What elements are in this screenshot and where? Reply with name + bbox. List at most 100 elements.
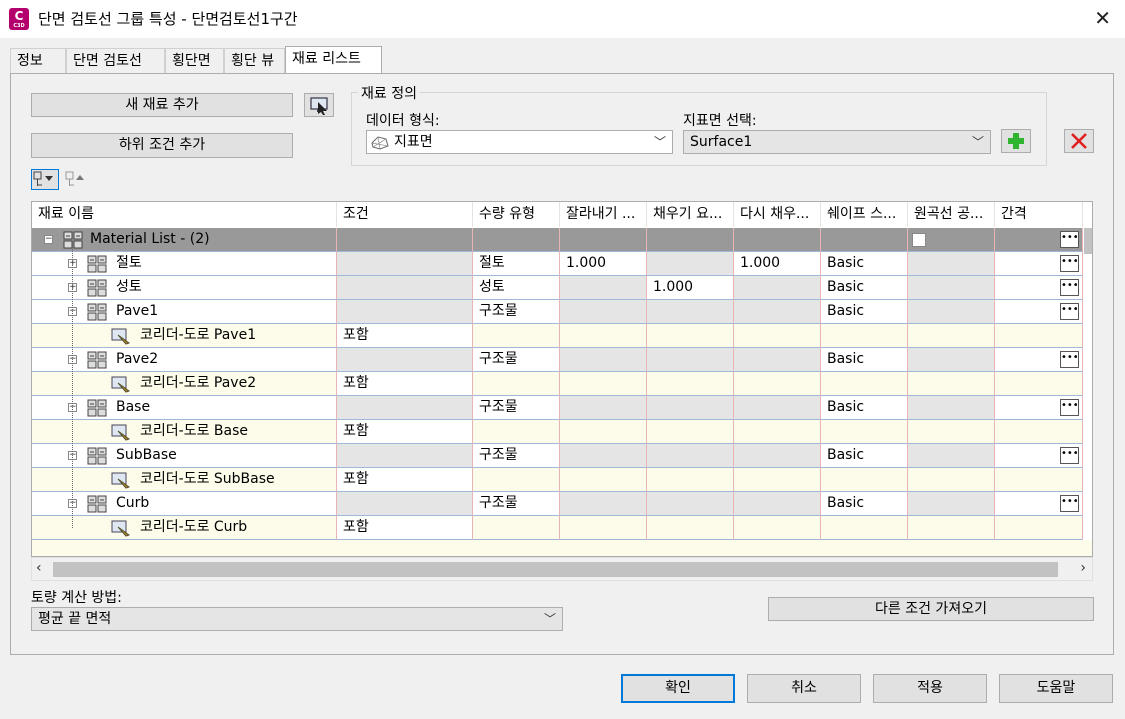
column-header-cut-factor[interactable]: 잘라내기 ... bbox=[560, 202, 647, 227]
tab-sample-lines[interactable]: 단면 검토선 bbox=[66, 48, 165, 74]
cell-qty_type[interactable]: 성토 bbox=[473, 276, 560, 300]
shape-style-edit-button[interactable]: ••• bbox=[1060, 447, 1079, 464]
material-row[interactable]: 성토 1.000 Basic + 성토 ••• bbox=[32, 276, 1092, 300]
shape-style-edit-button[interactable]: ••• bbox=[1060, 399, 1079, 416]
cell-qty_type[interactable] bbox=[473, 420, 560, 444]
cell-cut[interactable] bbox=[560, 372, 647, 396]
cell-condition[interactable] bbox=[337, 492, 473, 516]
cell-shape[interactable]: Basic bbox=[821, 492, 908, 516]
cell-shape[interactable] bbox=[821, 324, 908, 348]
root-row[interactable]: − Material List - (2) ••• bbox=[32, 228, 1092, 252]
help-button[interactable]: 도움말 bbox=[999, 674, 1113, 703]
cell-refill[interactable]: 1.000 bbox=[734, 252, 821, 276]
shape-style-edit-button[interactable]: ••• bbox=[1060, 279, 1079, 296]
cell-cut[interactable] bbox=[560, 396, 647, 420]
cell-shape[interactable] bbox=[821, 468, 908, 492]
cell-curve[interactable] bbox=[908, 348, 995, 372]
close-icon[interactable]: ✕ bbox=[1094, 6, 1111, 30]
cell-shape[interactable]: Basic bbox=[821, 276, 908, 300]
cell-fill[interactable] bbox=[647, 444, 734, 468]
cell-curve[interactable] bbox=[908, 276, 995, 300]
cell-condition[interactable] bbox=[337, 396, 473, 420]
cell-refill[interactable] bbox=[734, 372, 821, 396]
subcondition-row[interactable]: 포함 코리더-도로 Curb bbox=[32, 516, 1092, 540]
subcondition-row[interactable]: 포함 코리더-도로 Pave2 bbox=[32, 372, 1092, 396]
shape-style-edit-button[interactable]: ••• bbox=[1060, 255, 1079, 272]
cell-refill[interactable] bbox=[734, 396, 821, 420]
cell-condition[interactable]: 포함 bbox=[337, 516, 473, 540]
cell-cut[interactable]: 1.000 bbox=[560, 252, 647, 276]
cell-curve[interactable] bbox=[908, 300, 995, 324]
column-header-interval[interactable]: 간격 bbox=[995, 202, 1083, 227]
scroll-left-icon[interactable]: ‹ bbox=[36, 560, 42, 576]
data-type-dropdown[interactable]: 지표면 ﹀ bbox=[366, 130, 673, 154]
material-list-grid[interactable]: 재료 이름 조건 수량 유형 잘라내기 ... 채우기 요... 다시 채우..… bbox=[31, 201, 1093, 557]
import-other-criteria-button[interactable]: 다른 조건 가져오기 bbox=[768, 597, 1094, 621]
cell-condition[interactable]: 포함 bbox=[337, 372, 473, 396]
shape-style-edit-button[interactable]: ••• bbox=[1060, 495, 1079, 512]
cell-condition[interactable]: 포함 bbox=[337, 324, 473, 348]
column-header-quantity-type[interactable]: 수량 유형 bbox=[473, 202, 560, 227]
column-header-refill-factor[interactable]: 다시 채우... bbox=[734, 202, 821, 227]
cell-curve[interactable] bbox=[908, 516, 995, 540]
cell-curve[interactable] bbox=[908, 444, 995, 468]
cell-interval[interactable] bbox=[995, 372, 1083, 396]
cell-cut[interactable] bbox=[560, 420, 647, 444]
horizontal-scrollbar[interactable]: ‹ › bbox=[31, 557, 1093, 581]
cell-interval[interactable] bbox=[995, 468, 1083, 492]
collapse-all-button[interactable] bbox=[62, 169, 90, 190]
cell-cut[interactable] bbox=[560, 516, 647, 540]
cell-condition[interactable] bbox=[337, 252, 473, 276]
subcondition-row[interactable]: 포함 코리더-도로 Pave1 bbox=[32, 324, 1092, 348]
column-header-curve-correction[interactable]: 원곡선 공... bbox=[908, 202, 995, 227]
cell-condition[interactable] bbox=[337, 348, 473, 372]
cell-shape[interactable]: Basic bbox=[821, 444, 908, 468]
cell-qty_type[interactable]: 절토 bbox=[473, 252, 560, 276]
cell-condition[interactable] bbox=[337, 276, 473, 300]
scroll-thumb[interactable] bbox=[53, 562, 1058, 577]
cell-interval[interactable] bbox=[995, 420, 1083, 444]
cell-curve[interactable] bbox=[908, 420, 995, 444]
ok-button[interactable]: 확인 bbox=[621, 674, 735, 703]
scroll-right-icon[interactable]: › bbox=[1080, 560, 1086, 576]
add-surface-button[interactable] bbox=[1001, 129, 1031, 153]
cell-qty_type[interactable]: 구조물 bbox=[473, 300, 560, 324]
cell-fill[interactable] bbox=[647, 396, 734, 420]
cell-refill[interactable] bbox=[734, 420, 821, 444]
cell-qty_type[interactable]: 구조물 bbox=[473, 492, 560, 516]
cell-fill[interactable] bbox=[647, 420, 734, 444]
cell-fill[interactable] bbox=[647, 372, 734, 396]
cell-refill[interactable] bbox=[734, 444, 821, 468]
cell-qty_type[interactable] bbox=[473, 468, 560, 492]
cell-cut[interactable] bbox=[560, 300, 647, 324]
vertical-scrollbar[interactable] bbox=[1084, 228, 1092, 254]
material-row[interactable]: 구조물 Basic − Pave1 ••• bbox=[32, 300, 1092, 324]
surface-dropdown[interactable]: Surface1 ﹀ bbox=[683, 130, 991, 154]
cell-qty_type[interactable] bbox=[473, 516, 560, 540]
cell-curve[interactable] bbox=[908, 492, 995, 516]
delete-button[interactable] bbox=[1064, 129, 1094, 153]
cell-shape[interactable]: Basic bbox=[821, 252, 908, 276]
earthwork-method-dropdown[interactable]: 평균 끝 면적 ﹀ bbox=[31, 607, 563, 631]
cell-shape[interactable] bbox=[821, 420, 908, 444]
cell-condition[interactable]: 포함 bbox=[337, 468, 473, 492]
subcondition-row[interactable]: 포함 코리더-도로 SubBase bbox=[32, 468, 1092, 492]
expand-all-button[interactable] bbox=[31, 169, 59, 190]
cell-shape[interactable]: Basic bbox=[821, 396, 908, 420]
cell-qty_type[interactable] bbox=[473, 372, 560, 396]
tab-section-views[interactable]: 횡단 뷰 bbox=[224, 48, 285, 74]
cell-refill[interactable] bbox=[734, 348, 821, 372]
column-header-fill-factor[interactable]: 채우기 요... bbox=[647, 202, 734, 227]
cell-cut[interactable] bbox=[560, 348, 647, 372]
collapse-toggle-icon[interactable]: − bbox=[44, 235, 53, 244]
material-row[interactable]: 절토 1.000 1.000 Basic + 절토 ••• bbox=[32, 252, 1092, 276]
shape-style-edit-button[interactable]: ••• bbox=[1060, 303, 1079, 320]
cell-cut[interactable] bbox=[560, 444, 647, 468]
cell-refill[interactable] bbox=[734, 300, 821, 324]
cell-fill[interactable] bbox=[647, 492, 734, 516]
cell-fill[interactable]: 1.000 bbox=[647, 276, 734, 300]
pick-from-drawing-button[interactable] bbox=[304, 93, 334, 117]
cell-cut[interactable] bbox=[560, 324, 647, 348]
cell-interval[interactable] bbox=[995, 516, 1083, 540]
cell-interval[interactable] bbox=[995, 324, 1083, 348]
